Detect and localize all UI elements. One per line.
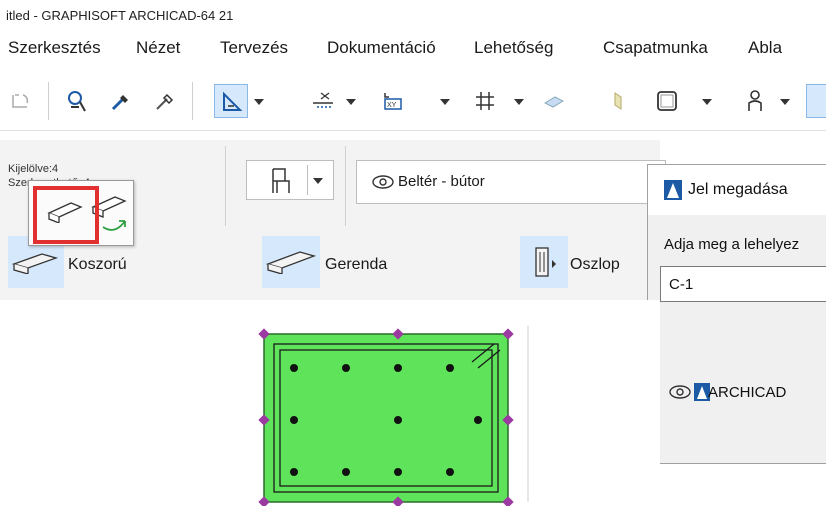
- highlight-box: [33, 186, 99, 244]
- guideline-button[interactable]: [306, 84, 340, 118]
- human-button[interactable]: [738, 84, 772, 118]
- dialog-layer-label: ARCHICAD: [708, 384, 787, 401]
- snap-guide-icon: [223, 91, 243, 111]
- coordinates-icon: XY: [384, 93, 402, 110]
- eyedropper-icon: [111, 95, 128, 111]
- rebar: [342, 468, 350, 476]
- toolbar-separator: [192, 82, 193, 120]
- toolbar-separator: [48, 82, 49, 120]
- dialog-prompt: Adja meg a lehelyez: [664, 236, 800, 253]
- label-input[interactable]: [660, 266, 826, 302]
- inject-button[interactable]: [148, 84, 182, 118]
- dialog-title: Jel megadása: [688, 181, 788, 198]
- chair-icon: [272, 168, 290, 193]
- extra-tool-button[interactable]: [806, 84, 826, 118]
- chair-dropdown-arrow[interactable]: [313, 178, 323, 184]
- svg-text:XY: XY: [387, 102, 397, 109]
- column-section-drawing[interactable]: [254, 326, 534, 506]
- floor-plan-canvas[interactable]: [0, 300, 660, 506]
- selected-count: Kijelölve:4: [8, 163, 59, 175]
- rebar: [446, 364, 454, 372]
- tool-gerenda-label: Gerenda: [325, 256, 388, 273]
- menu-documentation[interactable]: Dokumentáció: [327, 38, 436, 58]
- rebar: [290, 364, 298, 372]
- rebar: [342, 364, 350, 372]
- redo-icon: [12, 94, 29, 108]
- chair-divider: [307, 165, 308, 195]
- coordinates-button[interactable]: XY: [376, 84, 410, 118]
- rebar: [394, 416, 402, 424]
- archicad-logo-icon: [664, 180, 682, 200]
- human-dropdown[interactable]: [776, 84, 794, 118]
- snap-guide-button[interactable]: [214, 84, 248, 118]
- rebar: [474, 416, 482, 424]
- grid-dropdown[interactable]: [510, 84, 528, 118]
- info-divider: [225, 146, 226, 226]
- menu-edit[interactable]: Szerkesztés: [8, 38, 101, 58]
- rebar: [394, 468, 402, 476]
- rebar: [290, 416, 298, 424]
- rebar: [394, 364, 402, 372]
- view-button[interactable]: [650, 84, 684, 118]
- guideline-dropdown[interactable]: [342, 84, 360, 118]
- cut-plane-icon: [614, 92, 622, 110]
- ring-beam-icon: [12, 253, 59, 274]
- tool-gerenda-button[interactable]: [262, 236, 320, 288]
- favorites-button[interactable]: [246, 160, 334, 200]
- tool-koszoru-label: Koszorú: [68, 256, 127, 273]
- menu-window[interactable]: Abla: [748, 38, 782, 58]
- menu-options[interactable]: Lehetőség: [474, 38, 553, 58]
- menu-design[interactable]: Tervezés: [220, 38, 288, 58]
- view-icon: [657, 91, 677, 111]
- eye-icon: [372, 175, 394, 189]
- eyedropper-button[interactable]: [104, 84, 138, 118]
- column-icon: [535, 247, 556, 277]
- rebar: [290, 468, 298, 476]
- pick-up-icon: [68, 91, 86, 112]
- title-bar: itled - GRAPHISOFT ARCHICAD-64 21: [0, 0, 826, 32]
- cut-plane-button[interactable]: [600, 84, 634, 118]
- snap-guide-dropdown[interactable]: [250, 84, 268, 118]
- info-divider: [345, 146, 346, 226]
- standard-toolbar: XY: [0, 70, 826, 131]
- plane-button[interactable]: [536, 84, 570, 118]
- window-title: itled - GRAPHISOFT ARCHICAD-64 21: [6, 8, 234, 23]
- coordinates-dropdown[interactable]: [436, 84, 454, 118]
- menu-bar: Szerkesztés Nézet Tervezés Dokumentáció …: [0, 34, 826, 62]
- view-dropdown[interactable]: [698, 84, 716, 118]
- redo-button[interactable]: [4, 84, 38, 118]
- inject-icon: [156, 93, 174, 110]
- layer-name: Beltér - bútor: [398, 173, 485, 190]
- tool-oszlop-label: Oszlop: [570, 256, 620, 273]
- guideline-icon: [313, 92, 333, 108]
- grid-snap-button[interactable]: [468, 84, 502, 118]
- eye-icon: [669, 385, 691, 399]
- menu-teamwork[interactable]: Csapatmunka: [603, 38, 708, 58]
- pick-up-button[interactable]: [60, 84, 94, 118]
- grid-icon: [476, 92, 494, 110]
- rebar: [446, 468, 454, 476]
- plane-icon: [543, 96, 565, 108]
- tool-oszlop-button[interactable]: [520, 236, 568, 288]
- column-fill: [263, 333, 509, 503]
- beam-icon: [266, 251, 317, 274]
- menu-view[interactable]: Nézet: [136, 38, 180, 58]
- human-icon: [748, 90, 762, 111]
